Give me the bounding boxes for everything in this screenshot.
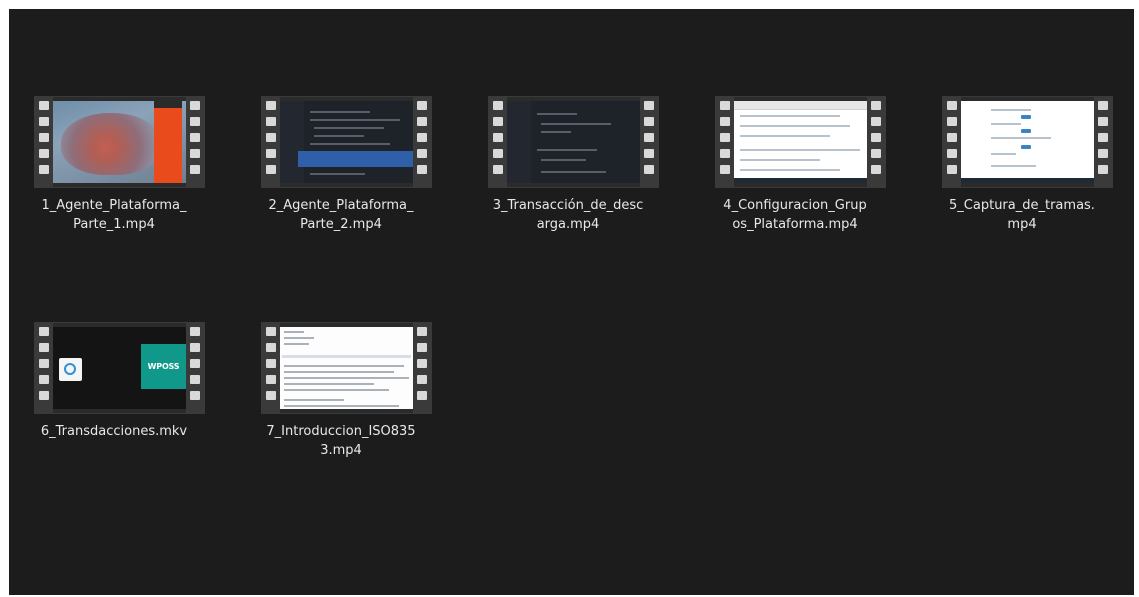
file-name-line: 2_Agente_Plataforma_: [268, 198, 414, 213]
file-item-2[interactable]: 2_Agente_Plataforma_ Parte_2.mp4: [236, 96, 446, 256]
video-thumbnail-4: [715, 96, 886, 188]
file-name-line: 3_Transacción_de_desc: [492, 198, 644, 213]
film-strip-right: [413, 323, 431, 413]
video-frame-preview: [961, 101, 1094, 183]
film-strip-left: [262, 97, 280, 187]
wposs-logo: WPOSS: [141, 344, 186, 389]
video-frame-preview: [53, 101, 186, 183]
file-name-line: 4_Configuracion_Grup: [723, 198, 867, 213]
video-thumbnail-1: [34, 96, 205, 188]
file-name-line: Parte_2.mp4: [300, 217, 382, 232]
file-item-3[interactable]: 3_Transacción_de_desc arga.mp4: [463, 96, 673, 256]
file-name-line: 5_Captura_de_tramas.: [949, 198, 1095, 213]
film-strip-right: [867, 97, 885, 187]
wposs-logo-text: WPOSS: [147, 362, 180, 371]
film-strip-right: [186, 323, 204, 413]
file-name-line: mp4: [1007, 217, 1037, 232]
file-item-7[interactable]: 7_Introduccion_ISO835 3.mp4: [236, 322, 446, 482]
file-name: 5_Captura_de_tramas. mp4: [917, 196, 1127, 234]
file-item-1[interactable]: 1_Agente_Plataforma_ Parte_1.mp4: [9, 96, 219, 256]
film-strip-right: [186, 97, 204, 187]
film-strip-right: [413, 97, 431, 187]
file-name: 2_Agente_Plataforma_ Parte_2.mp4: [236, 196, 446, 234]
red-car-image: [61, 113, 161, 175]
cloud-logo-icon: [59, 358, 82, 381]
file-name: 6_Transdacciones.mkv: [9, 422, 219, 441]
file-name-line: 3.mp4: [320, 443, 362, 458]
selection-highlight: [298, 151, 413, 167]
video-frame-preview: [280, 327, 413, 409]
film-strip-left: [489, 97, 507, 187]
video-frame-preview: [507, 101, 640, 183]
video-frame-preview: [280, 101, 413, 183]
video-frame-preview: [734, 101, 867, 183]
file-name-line: 6_Transdacciones.mkv: [40, 424, 188, 439]
film-strip-right: [640, 97, 658, 187]
file-name: 7_Introduccion_ISO835 3.mp4: [236, 422, 446, 460]
video-thumbnail-3: [488, 96, 659, 188]
film-strip-left: [262, 323, 280, 413]
file-name-line: 1_Agente_Plataforma_: [41, 198, 187, 213]
video-thumbnail-2: [261, 96, 432, 188]
video-thumbnail-5: [942, 96, 1113, 188]
film-strip-left: [35, 97, 53, 187]
video-frame-preview: WPOSS: [53, 327, 186, 409]
file-name: 4_Configuracion_Grup os_Plataforma.mp4: [690, 196, 900, 234]
phone-screen-image: [154, 101, 182, 183]
video-thumbnail-7: [261, 322, 432, 414]
film-strip-left: [943, 97, 961, 187]
file-name-line: os_Plataforma.mp4: [732, 217, 858, 232]
file-explorer-pane: 1_Agente_Plataforma_ Parte_1.mp4 2_Agent…: [9, 9, 1134, 595]
film-strip-left: [35, 323, 53, 413]
file-item-4[interactable]: 4_Configuracion_Grup os_Plataforma.mp4: [690, 96, 900, 256]
file-name: 1_Agente_Plataforma_ Parte_1.mp4: [9, 196, 219, 234]
file-name-line: 7_Introduccion_ISO835: [266, 424, 416, 439]
file-name-line: arga.mp4: [536, 217, 600, 232]
film-strip-left: [716, 97, 734, 187]
file-item-5[interactable]: 5_Captura_de_tramas. mp4: [917, 96, 1127, 256]
file-item-6[interactable]: WPOSS 6_Transdacciones.mkv: [9, 322, 219, 482]
film-strip-right: [1094, 97, 1112, 187]
video-thumbnail-6: WPOSS: [34, 322, 205, 414]
file-name-line: Parte_1.mp4: [73, 217, 155, 232]
file-name: 3_Transacción_de_desc arga.mp4: [463, 196, 673, 234]
